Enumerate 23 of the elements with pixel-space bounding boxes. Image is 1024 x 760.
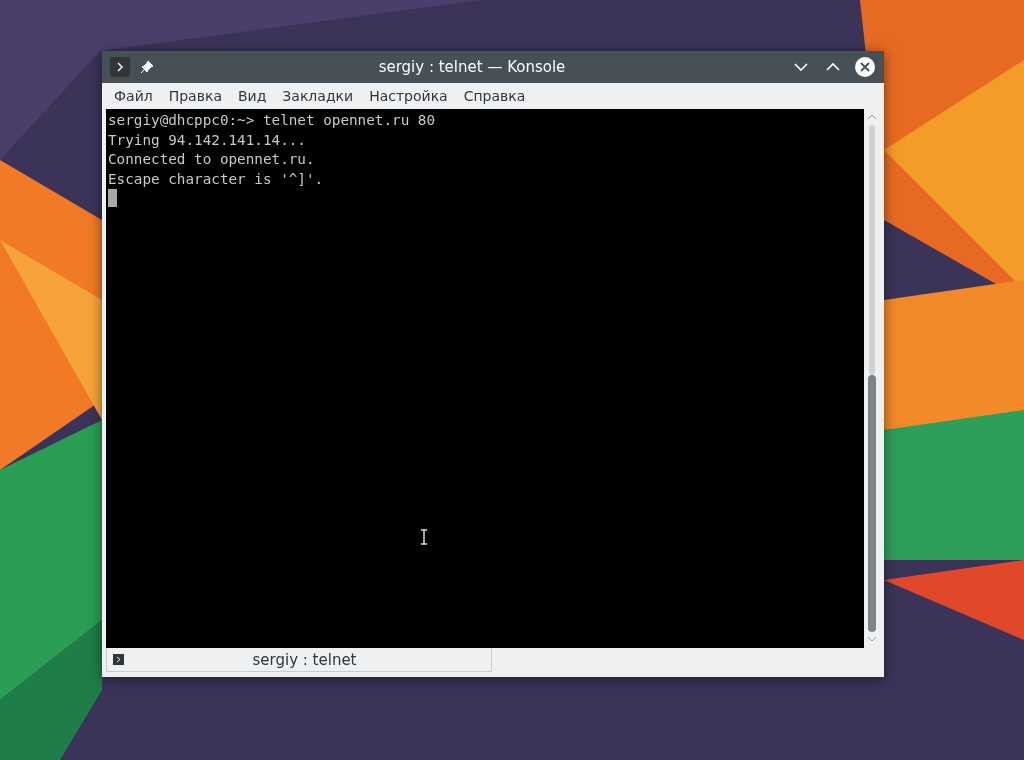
terminal-tab[interactable]: sergiy : telnet bbox=[106, 648, 492, 672]
terminal-icon bbox=[113, 654, 124, 665]
terminal-line: Escape character is '^]'. bbox=[108, 169, 325, 189]
chevron-up-icon bbox=[826, 62, 840, 72]
terminal-line: sergiy@dhcppc0:~> telnet opennet.ru 80 bbox=[108, 111, 437, 130]
chevron-down-icon bbox=[794, 62, 808, 72]
menu-item[interactable]: Справка bbox=[455, 86, 534, 106]
terminal-line: Connected to opennet.ru. bbox=[108, 150, 316, 169]
menu-item[interactable]: Вид bbox=[229, 86, 275, 106]
terminal-app-icon bbox=[110, 57, 130, 77]
pin-icon[interactable] bbox=[140, 60, 154, 74]
scrollbar-thumb[interactable] bbox=[868, 375, 876, 632]
text-cursor-icon bbox=[420, 529, 428, 545]
menu-item[interactable]: Правка bbox=[160, 86, 230, 106]
close-icon bbox=[854, 56, 876, 78]
terminal-area[interactable]: sergiy@dhcppc0:~> telnet opennet.ru 80 Trying 94.142.141.14... Connected to opennet.ru. Escape character is '^]'. bbox=[106, 109, 864, 648]
window-title: sergiy : telnet — Konsole bbox=[377, 58, 567, 76]
text-cursor bbox=[108, 189, 117, 207]
terminal-line: Trying 94.142.141.14... bbox=[108, 130, 307, 150]
close-button[interactable] bbox=[854, 56, 876, 78]
menu-item[interactable]: Закладки bbox=[274, 86, 362, 106]
menu-item[interactable]: Файл bbox=[106, 86, 161, 106]
menu-item[interactable]: Настройка bbox=[361, 86, 456, 106]
